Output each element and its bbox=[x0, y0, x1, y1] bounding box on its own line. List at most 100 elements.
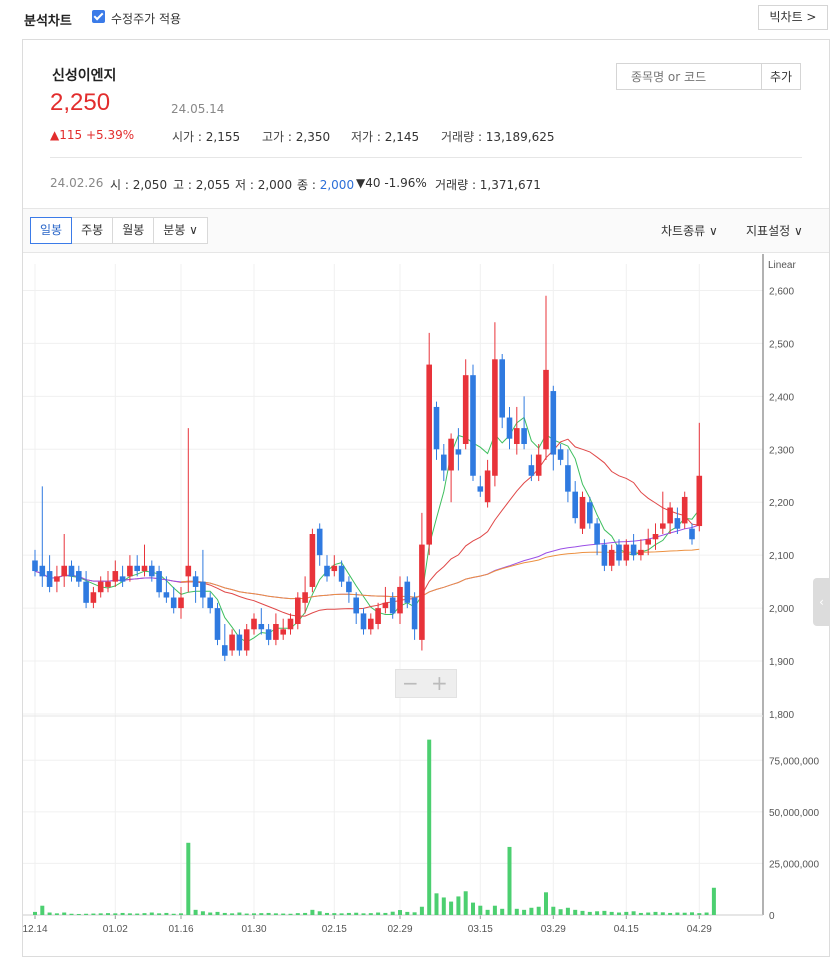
tab-monthly[interactable]: 월봉 bbox=[112, 217, 155, 244]
hover-close-label: 종 bbox=[297, 178, 309, 192]
candle-body bbox=[645, 539, 651, 545]
volume-bar bbox=[259, 913, 264, 915]
volume-bar bbox=[339, 913, 344, 915]
hover-open: 시 : 2,050 bbox=[110, 178, 168, 192]
candle-body bbox=[368, 618, 374, 630]
volume-bar bbox=[646, 912, 651, 915]
stock-date: 24.05.14 bbox=[171, 102, 225, 116]
hover-close-value: 2,000 bbox=[319, 178, 355, 192]
candle-body bbox=[324, 565, 330, 577]
volume-label: 거래량 bbox=[441, 130, 475, 144]
volume-bar bbox=[91, 913, 96, 915]
candle-body bbox=[492, 359, 498, 476]
volume-bar bbox=[164, 912, 169, 915]
volume-bar bbox=[62, 912, 67, 915]
top-bar: 분석차트 수정주가 적용 빅차트 > bbox=[0, 0, 836, 36]
candle-body bbox=[499, 359, 505, 418]
x-tick-label: 02.15 bbox=[322, 924, 347, 935]
volume-bar bbox=[529, 907, 534, 915]
x-tick-label: 12.14 bbox=[23, 924, 48, 935]
hover-high-value: 2,055 bbox=[195, 178, 231, 192]
volume-bar bbox=[186, 842, 191, 915]
candle-body bbox=[178, 597, 184, 609]
candle-body bbox=[90, 592, 97, 603]
candle-body bbox=[207, 597, 213, 609]
volume-bar bbox=[325, 912, 329, 915]
volume-bar bbox=[595, 911, 600, 915]
volume-bar bbox=[113, 913, 118, 915]
volume-bar bbox=[40, 905, 45, 915]
volume-tick-label: 75,000,000 bbox=[769, 756, 819, 767]
volume-bar bbox=[500, 908, 505, 915]
candle-body bbox=[353, 597, 359, 614]
low-value: 2,145 bbox=[384, 130, 420, 144]
candle-body bbox=[426, 364, 432, 545]
zoom-out-button[interactable]: − bbox=[402, 671, 419, 695]
volume-bar bbox=[288, 913, 293, 915]
volume-bar bbox=[398, 910, 402, 915]
volume-bar bbox=[573, 909, 578, 915]
volume-bar bbox=[668, 912, 673, 915]
candle-body bbox=[448, 438, 454, 471]
candle-body bbox=[302, 592, 308, 603]
add-stock-button[interactable]: 추가 bbox=[761, 63, 801, 90]
price-tick-label: 2,600 bbox=[769, 286, 794, 297]
chart-area[interactable]: 1,800 1,900 2,000 2,100 2,200 2,300 2,400 2,500… bbox=[22, 254, 829, 954]
candle-body bbox=[243, 629, 250, 651]
candle-body bbox=[441, 454, 447, 471]
candle-body bbox=[411, 597, 418, 630]
volume-bar bbox=[617, 912, 621, 915]
volume-bar bbox=[507, 846, 512, 915]
high-stat: 고가 : 2,350 bbox=[262, 130, 331, 144]
candle-body bbox=[346, 581, 352, 593]
volume-bar bbox=[660, 912, 665, 915]
volume-bar bbox=[682, 912, 687, 915]
candle-body bbox=[127, 565, 133, 577]
candle-body bbox=[689, 528, 695, 540]
candle-body bbox=[550, 391, 557, 455]
candle-body bbox=[462, 375, 469, 444]
candle-body bbox=[265, 629, 272, 640]
volume-bar bbox=[427, 739, 432, 915]
price-tick-label: 1,900 bbox=[769, 657, 794, 668]
stock-name: 신성이엔지 bbox=[52, 68, 117, 84]
tab-daily[interactable]: 일봉 bbox=[30, 217, 73, 244]
candle-body bbox=[273, 624, 279, 640]
stock-chart[interactable]: 1,800 1,900 2,000 2,100 2,200 2,300 2,400 2,500… bbox=[22, 254, 829, 954]
hover-volume-value: 1,371,671 bbox=[479, 178, 541, 192]
hover-volume-label: 거래량 bbox=[435, 178, 469, 192]
candle-body bbox=[470, 375, 476, 476]
volume-bar bbox=[631, 911, 636, 915]
volume-bar bbox=[354, 912, 359, 915]
hover-volume: 거래량 : 1,371,671 bbox=[435, 178, 541, 192]
candle-body bbox=[419, 544, 425, 640]
volume-bar bbox=[675, 912, 680, 915]
adjusted-price-label[interactable]: 수정주가 적용 bbox=[111, 10, 181, 27]
volume-bar bbox=[456, 896, 461, 915]
big-chart-button[interactable]: 빅차트 > bbox=[758, 5, 828, 30]
candle-body bbox=[557, 449, 564, 460]
volume-bar bbox=[565, 907, 570, 915]
adjusted-price-checkbox[interactable] bbox=[92, 10, 105, 23]
indicator-settings-dropdown[interactable]: 지표설정 ∨ bbox=[746, 222, 803, 239]
candle-body bbox=[236, 634, 243, 651]
low-stat: 저가 : 2,145 bbox=[351, 130, 420, 144]
candle-body bbox=[623, 544, 630, 561]
tab-minute[interactable]: 분봉 ∨ bbox=[153, 217, 208, 244]
candle-body bbox=[543, 369, 549, 450]
stock-search-input[interactable] bbox=[616, 63, 762, 90]
chart-type-dropdown[interactable]: 차트종류 ∨ bbox=[661, 222, 718, 239]
candle-body bbox=[630, 544, 637, 556]
side-panel-toggle[interactable]: ‹ bbox=[813, 578, 830, 626]
volume-bar bbox=[127, 913, 132, 915]
volume-bar bbox=[536, 906, 541, 915]
volume-bar bbox=[84, 913, 89, 915]
volume-bar bbox=[157, 913, 162, 915]
candle-body bbox=[572, 491, 578, 519]
candle-body bbox=[360, 613, 367, 630]
zoom-in-button[interactable]: + bbox=[431, 671, 448, 695]
candle-body bbox=[68, 565, 75, 577]
price-tick-label: 2,300 bbox=[769, 445, 794, 456]
tab-weekly[interactable]: 주봉 bbox=[71, 217, 114, 244]
x-tick-label: 01.30 bbox=[241, 924, 266, 935]
